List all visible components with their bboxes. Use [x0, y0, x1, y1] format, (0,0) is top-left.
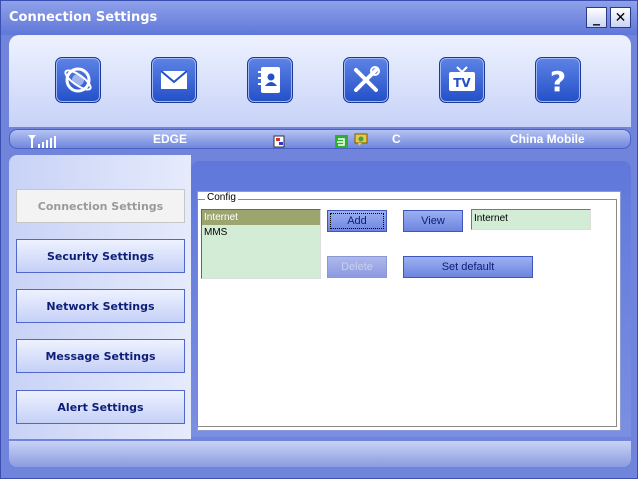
close-button[interactable]: ✕	[610, 7, 631, 28]
list-item-internet[interactable]: Internet	[202, 210, 320, 225]
title-bar[interactable]: Connection Settings _ ✕	[1, 1, 637, 35]
view-button[interactable]: View	[403, 210, 463, 232]
minimize-button[interactable]: _	[586, 7, 607, 28]
set-default-button[interactable]: Set default	[403, 256, 533, 278]
operator-name: China Mobile	[510, 132, 585, 146]
bottom-bar	[9, 441, 631, 467]
sidebar-item-security-settings[interactable]: Security Settings	[16, 239, 185, 273]
delete-button[interactable]: Delete	[327, 256, 387, 278]
contacts-icon[interactable]	[247, 57, 293, 103]
list-item-mms[interactable]: MMS	[202, 225, 320, 240]
config-name-field[interactable]: Internet	[471, 209, 591, 230]
signal-strength-icon	[28, 133, 58, 152]
connection-settings-window: Connection Settings _ ✕ TV ? EDGE C Chin…	[0, 0, 638, 479]
tv-icon[interactable]: TV	[439, 57, 485, 103]
settings-sidebar: Connection Settings Security Settings Ne…	[9, 155, 191, 439]
settings-icon[interactable]	[343, 57, 389, 103]
window-title: Connection Settings	[9, 10, 158, 25]
message-status-icon	[354, 132, 369, 151]
connection-status-icon	[335, 133, 349, 152]
add-button[interactable]: Add	[327, 210, 387, 232]
message-icon[interactable]	[151, 57, 197, 103]
network-type-label: EDGE	[153, 132, 188, 146]
internet-icon[interactable]	[55, 57, 101, 103]
sidebar-item-network-settings[interactable]: Network Settings	[16, 289, 185, 323]
sidebar-item-message-settings[interactable]: Message Settings	[16, 339, 185, 373]
connection-indicator: C	[392, 132, 401, 146]
sidebar-item-connection-settings[interactable]: Connection Settings	[16, 189, 185, 223]
help-icon-label: ?	[550, 65, 566, 97]
status-bar: EDGE C China Mobile	[9, 129, 631, 149]
sim-card-icon	[273, 133, 286, 152]
toolbar: TV ?	[9, 35, 631, 127]
help-icon[interactable]: ?	[535, 57, 581, 103]
config-legend: Config	[205, 192, 238, 203]
tv-icon-label: TV	[453, 76, 471, 90]
sidebar-item-alert-settings[interactable]: Alert Settings	[16, 390, 185, 424]
config-list[interactable]: Internet MMS	[201, 209, 321, 279]
